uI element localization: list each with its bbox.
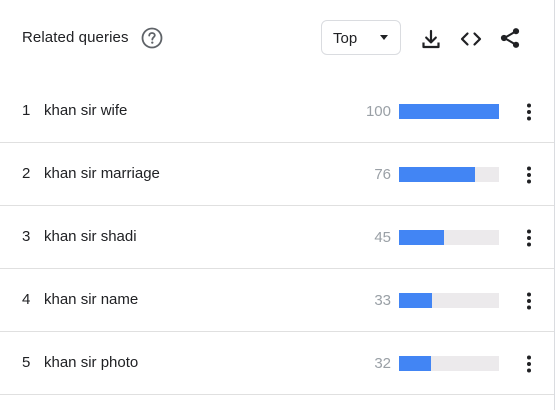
download-icon[interactable]	[419, 27, 443, 51]
query-row[interactable]: 3 khan sir shadi 45	[0, 206, 555, 269]
interest-bar	[399, 356, 499, 371]
query-rank: 5	[22, 354, 31, 371]
interest-bar	[399, 167, 499, 182]
interest-bar-fill	[399, 293, 432, 308]
embed-code-icon[interactable]	[459, 27, 483, 51]
query-value: 100	[365, 103, 391, 120]
more-vert-icon[interactable]	[517, 226, 541, 250]
top-rising-dropdown[interactable]: Top	[321, 20, 401, 55]
interest-bar	[399, 293, 499, 308]
query-rank: 3	[22, 228, 31, 245]
dropdown-selected-value: Top	[333, 30, 358, 47]
query-value: 45	[374, 229, 391, 246]
interest-bar-fill	[399, 104, 499, 119]
query-text[interactable]: khan sir photo	[44, 354, 138, 371]
query-rank: 2	[22, 165, 31, 182]
help-circle-icon[interactable]	[141, 27, 163, 49]
query-text[interactable]: khan sir marriage	[44, 165, 160, 182]
query-text[interactable]: khan sir wife	[44, 102, 127, 119]
related-queries-card: Related queries Top 1 khan sir wife 100 …	[0, 0, 555, 410]
query-list: 1 khan sir wife 100 2 khan sir marriage …	[0, 80, 555, 395]
interest-bar	[399, 104, 499, 119]
more-vert-icon[interactable]	[517, 289, 541, 313]
query-text[interactable]: khan sir name	[44, 291, 138, 308]
more-vert-icon[interactable]	[517, 100, 541, 124]
card-header: Related queries Top	[0, 0, 555, 78]
query-value: 33	[374, 292, 391, 309]
query-value: 32	[374, 355, 391, 372]
query-row[interactable]: 1 khan sir wife 100	[0, 80, 555, 143]
query-rank: 4	[22, 291, 31, 308]
caret-down-icon	[380, 35, 388, 40]
query-row[interactable]: 2 khan sir marriage 76	[0, 143, 555, 206]
card-title: Related queries	[22, 29, 129, 46]
share-icon[interactable]	[498, 26, 522, 50]
more-vert-icon[interactable]	[517, 352, 541, 376]
more-vert-icon[interactable]	[517, 163, 541, 187]
query-text[interactable]: khan sir shadi	[44, 228, 137, 245]
query-row[interactable]: 5 khan sir photo 32	[0, 332, 555, 395]
interest-bar-fill	[399, 356, 431, 371]
interest-bar-fill	[399, 230, 444, 245]
query-row[interactable]: 4 khan sir name 33	[0, 269, 555, 332]
query-value: 76	[374, 166, 391, 183]
query-rank: 1	[22, 102, 31, 119]
interest-bar-fill	[399, 167, 475, 182]
interest-bar	[399, 230, 499, 245]
